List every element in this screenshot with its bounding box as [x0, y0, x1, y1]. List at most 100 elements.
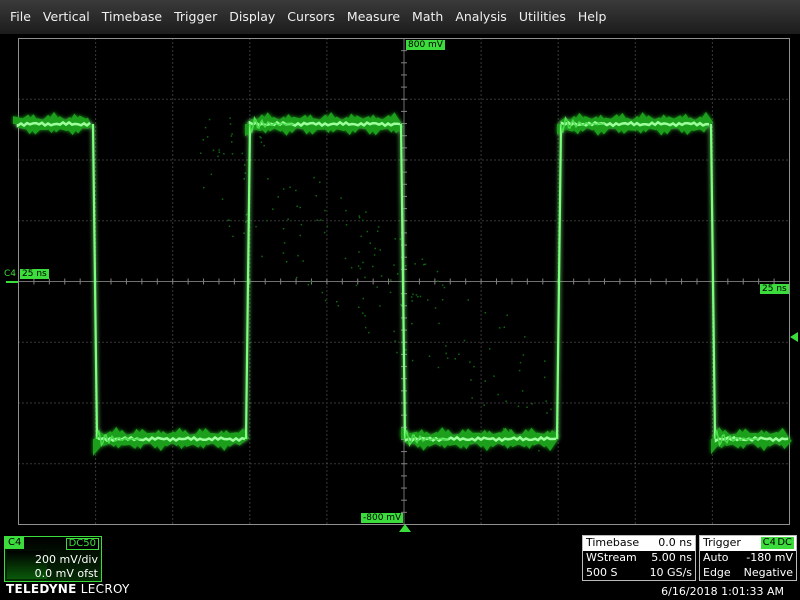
- persistence-dot: [358, 216, 361, 219]
- persistence-dot: [376, 286, 378, 288]
- grid-tick: [401, 463, 407, 465]
- persistence-dot: [326, 225, 329, 228]
- persistence-dot: [299, 206, 301, 209]
- persistence-dot: [337, 305, 340, 307]
- persistence-dot: [297, 254, 299, 257]
- persistence-dot: [366, 230, 369, 233]
- grid-tick: [401, 123, 407, 125]
- timebase-descriptor-box[interactable]: Timebase 0.0 ns WStream 5.00 ns 500 S 10…: [582, 535, 696, 581]
- persistence-dot: [518, 369, 521, 372]
- persistence-dot: [310, 280, 312, 283]
- persistence-dot: [393, 264, 395, 266]
- channel-marker-label: C4: [4, 269, 17, 279]
- grid-tick: [480, 278, 482, 285]
- persistence-dot: [545, 400, 547, 402]
- menu-timebase[interactable]: Timebase: [96, 0, 168, 34]
- persistence-dot: [360, 235, 362, 238]
- persistence-dot: [526, 406, 528, 408]
- status-panel: C4 DC50 200 mV/div 0.0 mV ofst TELEDYNE …: [0, 532, 800, 600]
- menu-help[interactable]: Help: [572, 0, 613, 34]
- grid-tick: [280, 278, 282, 285]
- persistence-dot: [411, 322, 413, 325]
- persistence-dot: [206, 136, 209, 138]
- persistence-dot: [296, 276, 298, 279]
- brand-logo: TELEDYNE LECROY: [6, 582, 130, 596]
- trigger-row-2: Edge Negative: [700, 566, 796, 581]
- channel-tag: C4: [5, 537, 25, 549]
- grid-tick: [418, 278, 420, 285]
- menu-display[interactable]: Display: [223, 0, 281, 34]
- persistence-dot: [350, 266, 353, 269]
- persistence-dot: [538, 449, 540, 452]
- menu-vertical[interactable]: Vertical: [37, 0, 96, 34]
- menu-measure[interactable]: Measure: [341, 0, 406, 34]
- persistence-dot: [380, 275, 383, 277]
- persistence-dot: [374, 247, 376, 250]
- persistence-dot: [313, 176, 315, 179]
- persistence-dot: [417, 296, 419, 298]
- menu-utilities[interactable]: Utilities: [513, 0, 572, 34]
- grid-tick: [401, 50, 407, 52]
- persistence-dot: [340, 197, 342, 199]
- persistence-dot: [521, 390, 524, 392]
- persistence-dot: [344, 257, 347, 260]
- right-delay-label: 25 ns: [760, 284, 789, 294]
- persistence-dot: [358, 215, 360, 217]
- persistence-dot: [324, 299, 327, 302]
- persistence-dot: [446, 357, 449, 359]
- grid-tick: [295, 278, 297, 285]
- left-delay-label: 25 ns: [20, 269, 49, 279]
- persistence-dot: [531, 403, 533, 405]
- top-voltage-label: 800 mV: [406, 40, 445, 50]
- persistence-dot: [345, 209, 347, 212]
- persistence-dot: [217, 155, 219, 158]
- timebase-label: Timebase: [586, 536, 640, 549]
- scope-display[interactable]: 800 mV -800 mV C4 25 ns 25 ns: [0, 34, 800, 532]
- persistence-dot: [364, 315, 366, 317]
- persistence-dot: [427, 299, 429, 301]
- date-time: 6/16/2018 1:01:33 AM: [661, 585, 784, 598]
- persistence-dot: [359, 267, 362, 270]
- persistence-dot: [362, 297, 364, 300]
- persistence-dot: [208, 118, 211, 121]
- menu-bar: File Vertical Timebase Trigger Display C…: [0, 0, 800, 34]
- persistence-dot: [414, 263, 416, 265]
- trigger-descriptor-box[interactable]: Trigger C4 DC Auto -180 mV Edge Negative: [699, 535, 797, 581]
- grid-tick: [727, 278, 729, 285]
- grid-tick: [141, 278, 143, 285]
- persistence-dot: [202, 139, 204, 141]
- grid-tick: [542, 278, 544, 285]
- channel-vdiv: 200 mV/div: [35, 553, 98, 566]
- grid-tick: [401, 74, 407, 76]
- menu-file[interactable]: File: [4, 0, 37, 34]
- persistence-dot: [372, 265, 374, 268]
- grid-tick: [156, 278, 158, 285]
- persistence-dot: [232, 235, 234, 238]
- persistence-dot: [364, 276, 366, 279]
- persistence-dot: [283, 242, 286, 244]
- persistence-dot: [438, 322, 440, 325]
- persistence-dot: [321, 291, 324, 294]
- menu-trigger[interactable]: Trigger: [168, 0, 223, 34]
- menu-cursors[interactable]: Cursors: [281, 0, 341, 34]
- persistence-dot: [212, 149, 215, 152]
- persistence-dot: [550, 408, 552, 411]
- grid-tick: [511, 278, 513, 285]
- bottom-voltage-label: -800 mV: [361, 513, 404, 523]
- menu-analysis[interactable]: Analysis: [449, 0, 513, 34]
- channel-descriptor-box[interactable]: C4 DC50 200 mV/div 0.0 mV ofst: [4, 536, 102, 582]
- persistence-dot: [543, 376, 546, 379]
- persistence-dot: [441, 299, 444, 301]
- grid-tick: [110, 278, 112, 285]
- persistence-dot: [405, 265, 407, 267]
- persistence-dot: [218, 149, 220, 151]
- grid-tick: [401, 475, 407, 477]
- persistence-dot: [228, 225, 231, 227]
- persistence-dot: [355, 284, 358, 287]
- menu-math[interactable]: Math: [406, 0, 449, 34]
- grid-tick: [619, 278, 621, 285]
- persistence-dot: [358, 306, 360, 308]
- timebase-row-2: 500 S 10 GS/s: [583, 566, 695, 581]
- persistence-dot: [243, 178, 245, 180]
- persistence-dot: [517, 405, 520, 408]
